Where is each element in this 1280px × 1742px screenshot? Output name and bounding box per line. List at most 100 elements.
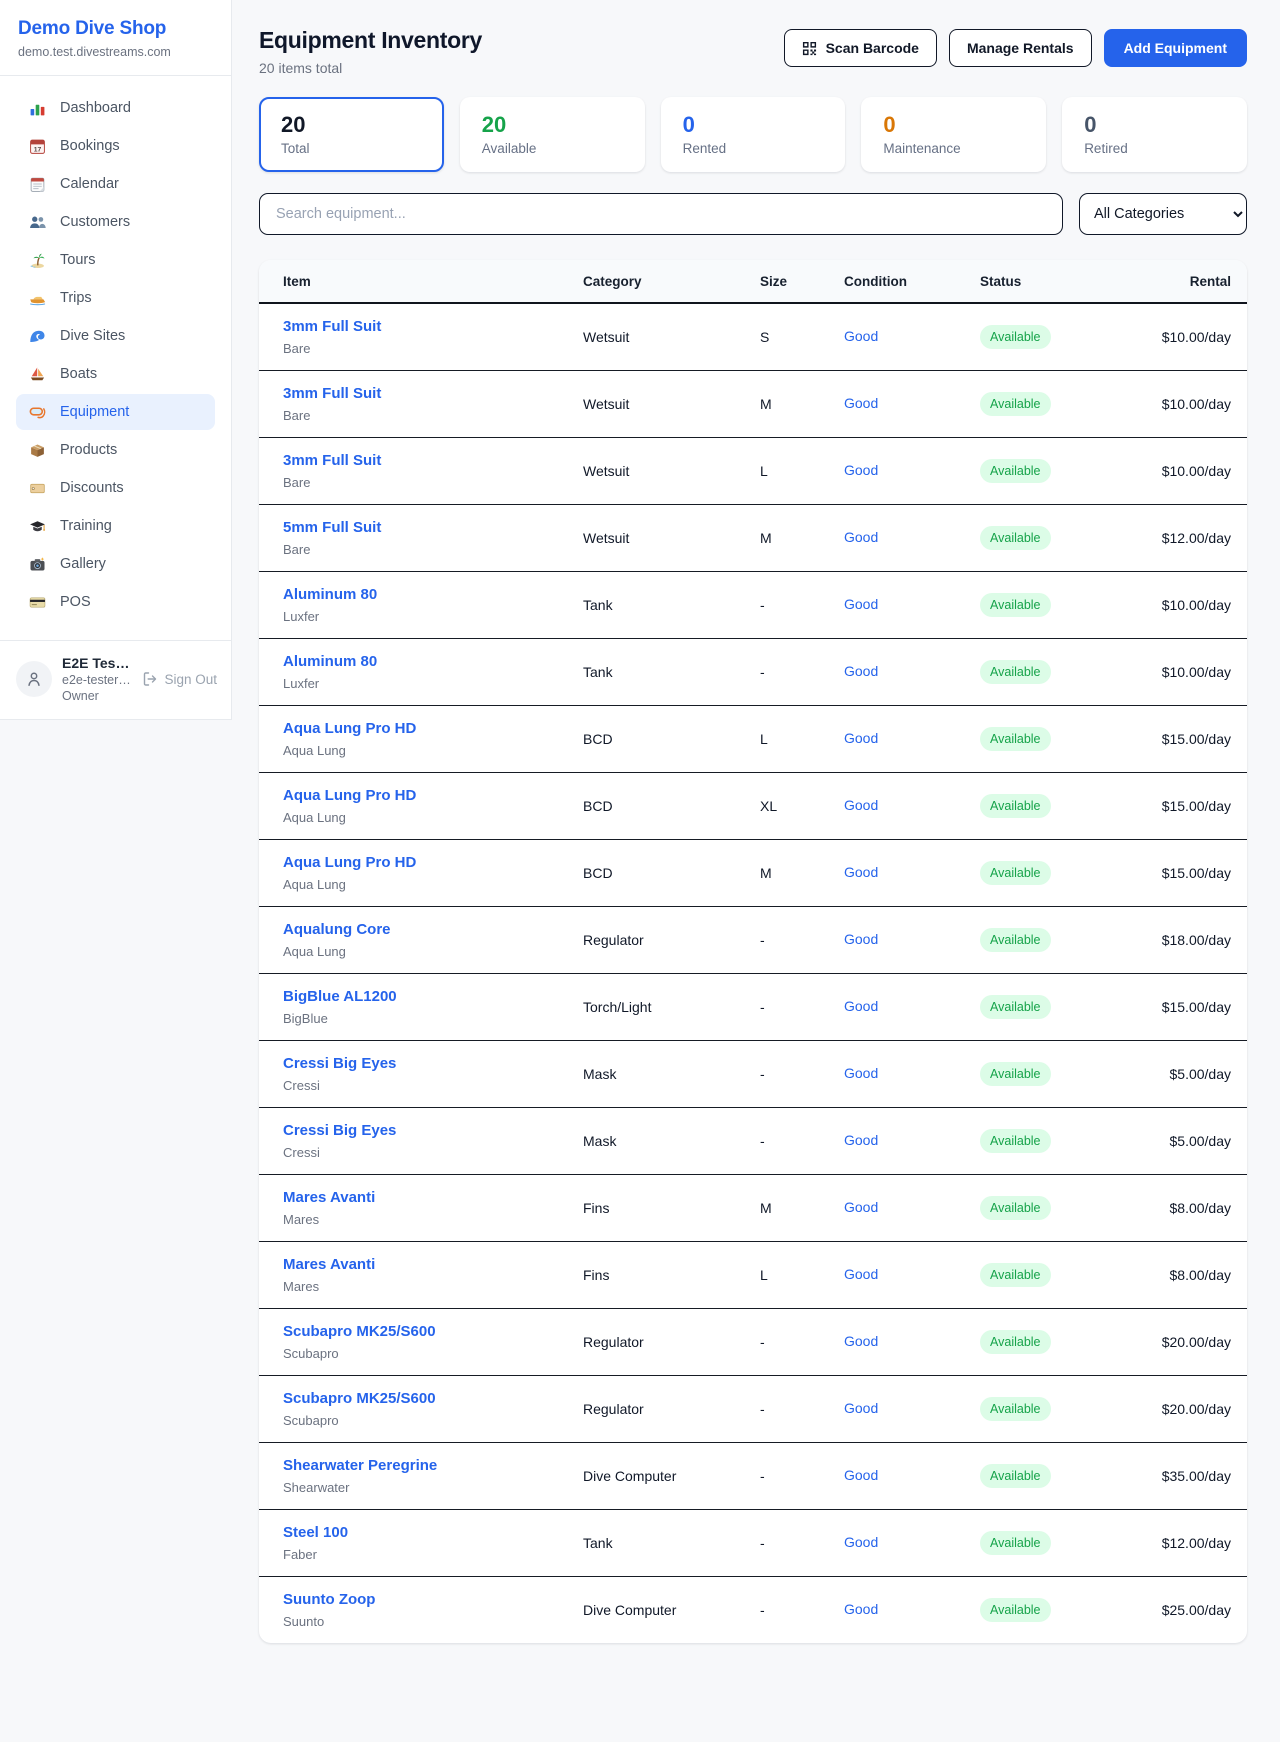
item-cell: BigBlue AL1200BigBlue [259, 974, 583, 1041]
package-icon [28, 441, 46, 459]
sign-out-button[interactable]: Sign Out [142, 671, 217, 687]
search-input[interactable] [259, 193, 1063, 235]
sidebar-item-products[interactable]: Products [16, 432, 215, 468]
sidebar-item-training[interactable]: Training [16, 508, 215, 544]
item-link[interactable]: Scubapro MK25/S600 [283, 1389, 583, 1409]
condition-link[interactable]: Good [844, 1534, 878, 1550]
category-select[interactable]: All Categories [1079, 193, 1247, 235]
stat-card-retired[interactable]: 0Retired [1062, 97, 1247, 172]
status-badge: Available [980, 526, 1051, 550]
category-cell: Dive Computer [583, 1577, 760, 1644]
sidebar-item-dashboard[interactable]: Dashboard [16, 90, 215, 126]
condition-link[interactable]: Good [844, 663, 878, 679]
status-badge: Available [980, 1397, 1051, 1421]
size-cell: M [760, 840, 844, 907]
condition-link[interactable]: Good [844, 1400, 878, 1416]
table-row: Cressi Big EyesCressiMask-GoodAvailable$… [259, 1108, 1247, 1175]
brand-name[interactable]: Demo Dive Shop [18, 18, 213, 40]
item-brand: Luxfer [283, 608, 583, 625]
item-link[interactable]: Mares Avanti [283, 1255, 583, 1275]
item-link[interactable]: 3mm Full Suit [283, 317, 583, 337]
stat-card-rented[interactable]: 0Rented [661, 97, 846, 172]
item-link[interactable]: Cressi Big Eyes [283, 1054, 583, 1074]
condition-link[interactable]: Good [844, 998, 878, 1014]
item-link[interactable]: Suunto Zoop [283, 1590, 583, 1610]
size-cell: - [760, 572, 844, 639]
condition-link[interactable]: Good [844, 1199, 878, 1215]
scan-barcode-button[interactable]: Scan Barcode [784, 29, 937, 67]
rental-price: $20.00/day [1120, 1309, 1247, 1376]
condition-link[interactable]: Good [844, 1132, 878, 1148]
sidebar-item-gallery[interactable]: Gallery [16, 546, 215, 582]
sidebar-item-customers[interactable]: Customers [16, 204, 215, 240]
item-brand: Aqua Lung [283, 876, 583, 893]
item-link[interactable]: Aqualung Core [283, 920, 583, 940]
item-link[interactable]: 5mm Full Suit [283, 518, 583, 538]
stat-card-total[interactable]: 20Total [259, 97, 444, 172]
condition-cell: Good [844, 1108, 980, 1175]
condition-cell: Good [844, 773, 980, 840]
item-link[interactable]: BigBlue AL1200 [283, 987, 583, 1007]
condition-cell: Good [844, 1175, 980, 1242]
main-content: Equipment Inventory 20 items total Scan … [232, 0, 1280, 1675]
sidebar-item-equipment[interactable]: Equipment [16, 394, 215, 430]
condition-link[interactable]: Good [844, 1601, 878, 1617]
item-brand: Scubapro [283, 1345, 583, 1362]
item-link[interactable]: Mares Avanti [283, 1188, 583, 1208]
condition-cell: Good [844, 840, 980, 907]
rental-price: $5.00/day [1120, 1041, 1247, 1108]
size-cell: - [760, 1443, 844, 1510]
condition-link[interactable]: Good [844, 596, 878, 612]
sidebar-item-discounts[interactable]: Discounts [16, 470, 215, 506]
status-badge: Available [980, 459, 1051, 483]
sidebar-item-calendar[interactable]: Calendar [16, 166, 215, 202]
condition-link[interactable]: Good [844, 931, 878, 947]
app-window: Demo Dive Shop demo.test.divestreams.com… [0, 0, 1280, 1742]
condition-link[interactable]: Good [844, 797, 878, 813]
condition-link[interactable]: Good [844, 1266, 878, 1282]
item-link[interactable]: Scubapro MK25/S600 [283, 1322, 583, 1342]
item-link[interactable]: Steel 100 [283, 1523, 583, 1543]
title-block: Equipment Inventory 20 items total [259, 27, 482, 76]
condition-cell: Good [844, 639, 980, 706]
table-row: Shearwater PeregrineShearwaterDive Compu… [259, 1443, 1247, 1510]
item-link[interactable]: 3mm Full Suit [283, 384, 583, 404]
item-link[interactable]: Aqua Lung Pro HD [283, 719, 583, 739]
item-link[interactable]: Aluminum 80 [283, 585, 583, 605]
condition-link[interactable]: Good [844, 462, 878, 478]
condition-link[interactable]: Good [844, 395, 878, 411]
sidebar-item-dive-sites[interactable]: Dive Sites [16, 318, 215, 354]
stat-label: Maintenance [883, 141, 1024, 156]
item-link[interactable]: Aluminum 80 [283, 652, 583, 672]
condition-link[interactable]: Good [844, 529, 878, 545]
condition-link[interactable]: Good [844, 1065, 878, 1081]
item-link[interactable]: Shearwater Peregrine [283, 1456, 583, 1476]
item-cell: 5mm Full SuitBare [259, 505, 583, 572]
item-link[interactable]: 3mm Full Suit [283, 451, 583, 471]
add-equipment-button[interactable]: Add Equipment [1104, 29, 1247, 67]
condition-link[interactable]: Good [844, 730, 878, 746]
sidebar-item-bookings[interactable]: 17Bookings [16, 128, 215, 164]
condition-link[interactable]: Good [844, 864, 878, 880]
table-row: Mares AvantiMaresFinsLGoodAvailable$8.00… [259, 1242, 1247, 1309]
stat-card-maintenance[interactable]: 0Maintenance [861, 97, 1046, 172]
manage-rentals-button[interactable]: Manage Rentals [949, 29, 1092, 67]
stats-row: 20Total20Available0Rented0Maintenance0Re… [259, 97, 1247, 172]
item-link[interactable]: Aqua Lung Pro HD [283, 786, 583, 806]
header-actions: Scan Barcode Manage Rentals Add Equipmen… [784, 29, 1247, 67]
sidebar-item-tours[interactable]: Tours [16, 242, 215, 278]
sidebar-item-pos[interactable]: POS [16, 584, 215, 620]
condition-cell: Good [844, 1309, 980, 1376]
category-cell: Regulator [583, 1376, 760, 1443]
item-link[interactable]: Cressi Big Eyes [283, 1121, 583, 1141]
condition-link[interactable]: Good [844, 1467, 878, 1483]
condition-link[interactable]: Good [844, 1333, 878, 1349]
item-link[interactable]: Aqua Lung Pro HD [283, 853, 583, 873]
condition-link[interactable]: Good [844, 328, 878, 344]
category-cell: Wetsuit [583, 505, 760, 572]
stat-card-available[interactable]: 20Available [460, 97, 645, 172]
status-badge: Available [980, 995, 1051, 1019]
condition-cell: Good [844, 438, 980, 505]
sidebar-item-trips[interactable]: Trips [16, 280, 215, 316]
sidebar-item-boats[interactable]: Boats [16, 356, 215, 392]
